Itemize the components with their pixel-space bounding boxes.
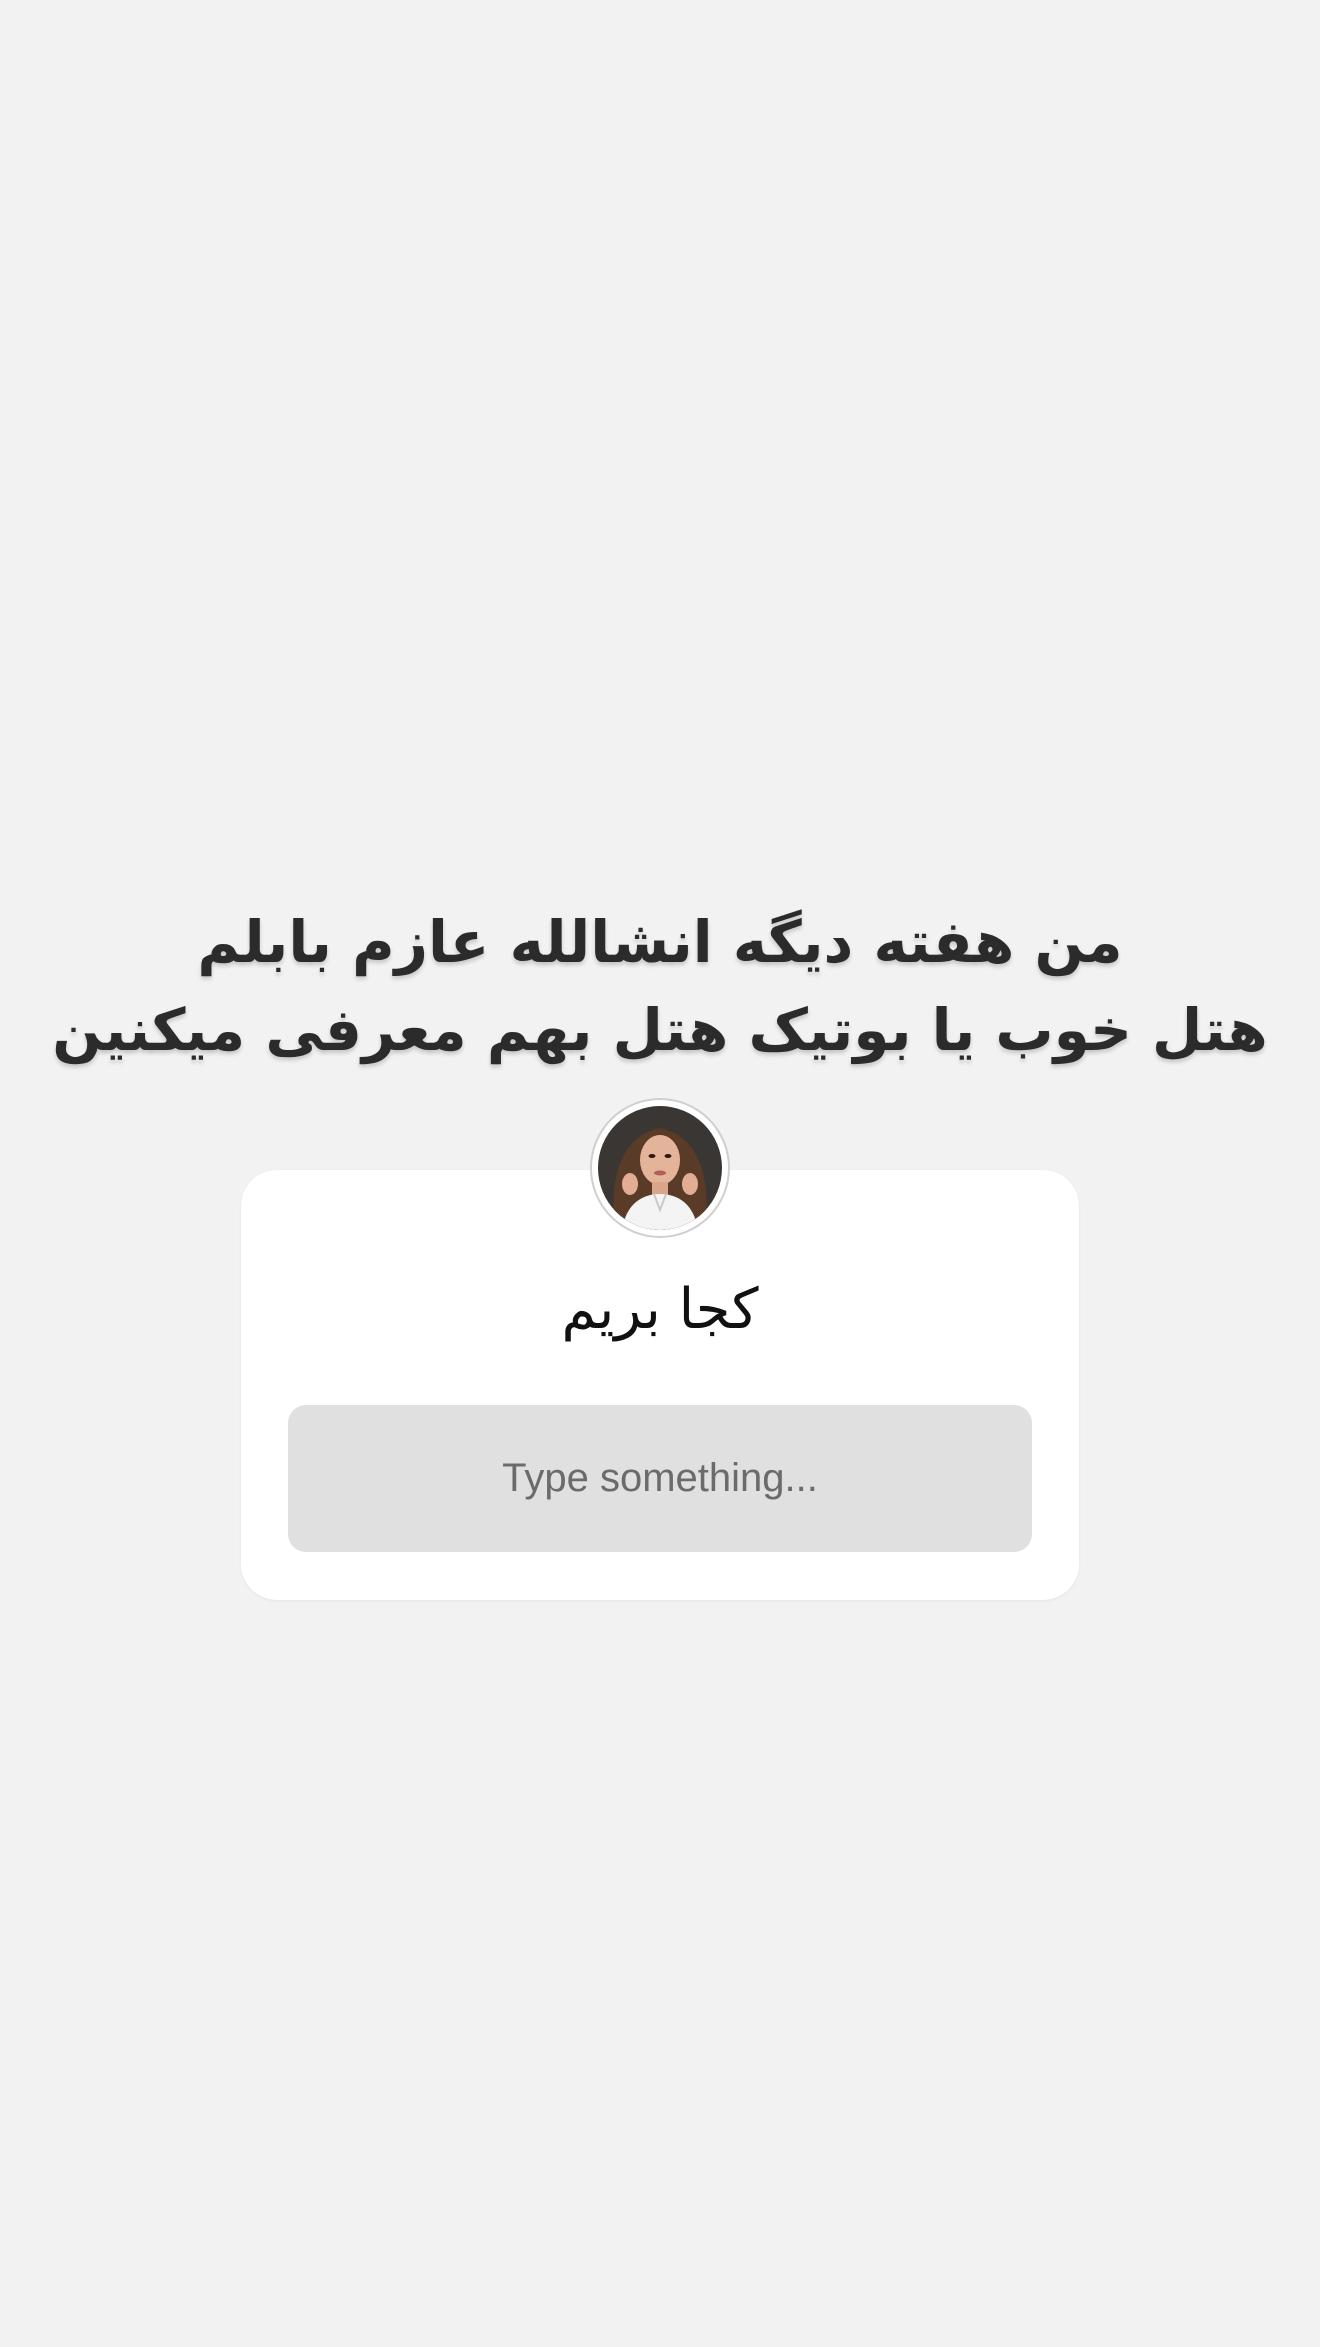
answer-input[interactable]: Type something... xyxy=(288,1405,1032,1552)
profile-photo-icon xyxy=(598,1106,722,1230)
caption-line-2: هتل خوب یا بوتیک هتل بهم معرفی میکنین xyxy=(52,996,1268,1064)
caption-line-1: من هفته دیگه انشالله عازم بابلم xyxy=(197,908,1123,976)
question-title: کجا بریم xyxy=(561,1277,759,1342)
profile-avatar[interactable] xyxy=(592,1100,728,1236)
answer-placeholder: Type something... xyxy=(502,1456,818,1500)
story-caption: من هفته دیگه انشالله عازم بابلم هتل خوب … xyxy=(0,898,1320,1074)
